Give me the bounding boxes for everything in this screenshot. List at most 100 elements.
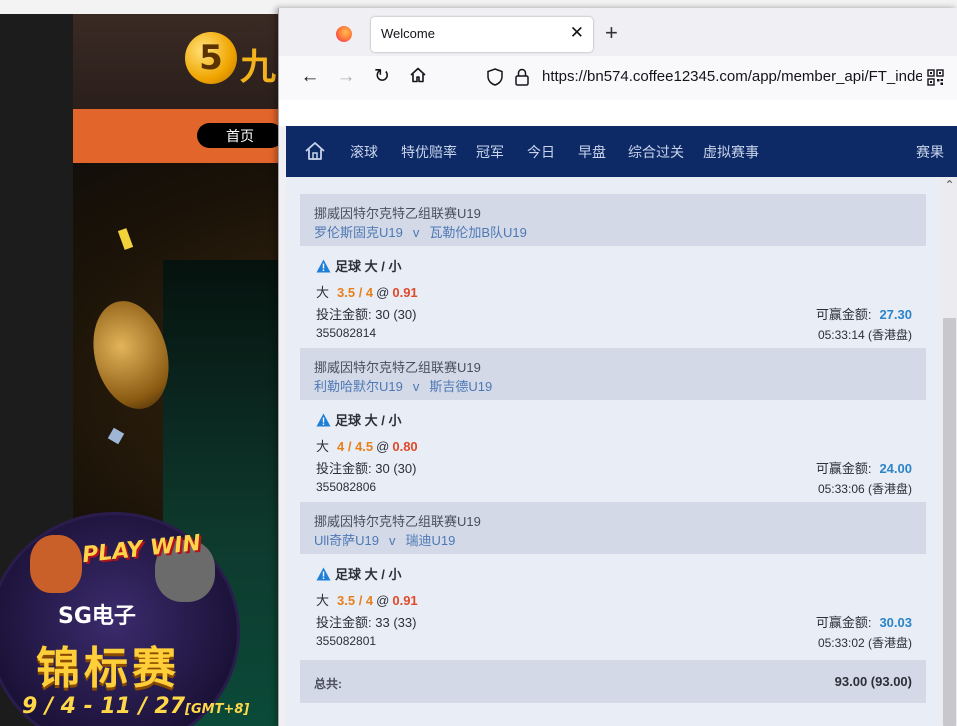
home-team: 罗伦斯固克U19 xyxy=(314,225,403,240)
win-label: 可赢金额: xyxy=(815,615,872,630)
close-icon[interactable]: ✕ xyxy=(570,23,584,43)
at-symbol: @ xyxy=(376,593,390,608)
stake-line: 投注金额: 30 (30) xyxy=(316,458,416,477)
nav-item-early[interactable]: 早盘 xyxy=(578,142,606,162)
nav-item-today[interactable]: 今日 xyxy=(527,142,555,162)
nav-item-outright[interactable]: 冠军 xyxy=(476,142,504,162)
bet-type-label: 足球 大 / 小 xyxy=(335,413,402,428)
reload-icon[interactable]: ↻ xyxy=(371,66,393,88)
handicap-value: 4 / 4.5 xyxy=(337,439,374,454)
browser-window: Welcome ✕ + ← → ↻ https://bn574.coffee12… xyxy=(278,8,957,726)
navigation-toolbar: ← → ↻ https://bn574.coffee12345.com/app/… xyxy=(279,56,957,100)
lock-icon[interactable] xyxy=(514,67,530,87)
warning-icon xyxy=(316,413,331,426)
stake-line: 投注金额: 33 (33) xyxy=(316,612,416,631)
back-arrow-icon[interactable]: ← xyxy=(299,66,321,88)
promo-title: 锦标赛 xyxy=(36,643,180,694)
stake-label: 投注金额: xyxy=(316,615,372,630)
win-amount: 24.00 xyxy=(879,461,912,476)
new-tab-icon[interactable]: + xyxy=(605,22,618,44)
odds-value: 0.91 xyxy=(392,285,418,300)
firefox-icon[interactable] xyxy=(336,26,352,42)
league-name: 挪威因特尔克特乙组联赛U19 xyxy=(314,360,481,375)
league-name: 挪威因特尔克特乙组联赛U19 xyxy=(314,206,481,221)
total-value: 93.00 (93.00) xyxy=(834,674,912,689)
tab-strip: Welcome ✕ + xyxy=(279,8,957,56)
win-line: 可赢金额: 30.03 xyxy=(816,612,912,631)
bet-item: 挪威因特尔克特乙组联赛U19 利勒哈默尔U19 v 斯吉德U19 足球 大 / 小 … xyxy=(300,348,926,502)
bet-type-label: 足球 大 / 小 xyxy=(335,259,402,274)
total-bar: 总共: 93.00 (93.00) xyxy=(300,660,926,703)
shield-icon[interactable] xyxy=(485,67,505,87)
promo-sg-label: SG电子 xyxy=(58,604,136,629)
away-team: 斯吉德U19 xyxy=(429,379,493,394)
page-top-margin xyxy=(279,100,957,126)
qr-code-icon[interactable] xyxy=(927,69,944,86)
bet-type: 足球 大 / 小 xyxy=(316,256,401,275)
promo-date-range: 9 / 4 - 11 / 27 xyxy=(22,694,186,719)
warning-icon xyxy=(316,259,331,272)
nav-item-virtual[interactable]: 虚拟赛事 xyxy=(703,142,759,162)
site-logo-icon: 5 xyxy=(185,32,237,84)
background-home-button[interactable]: 首页 xyxy=(197,123,283,148)
scrollbar-thumb[interactable] xyxy=(943,318,956,726)
stake-value: 33 (33) xyxy=(375,615,417,630)
nav-item-parlay[interactable]: 综合过关 xyxy=(628,142,684,162)
handicap-value: 3.5 / 4 xyxy=(337,285,374,300)
match-header: 挪威因特尔克特乙组联赛U19 罗伦斯固克U19 v 瓦勒伦加B队U19 xyxy=(300,194,926,246)
win-label: 可赢金额: xyxy=(815,307,872,322)
ticket-id: 355082806 xyxy=(316,480,377,494)
ticket-id: 355082801 xyxy=(316,634,377,648)
versus-label: v xyxy=(412,225,420,240)
nav-item-special-odds[interactable]: 特优赔率 xyxy=(401,142,457,162)
home-team: Ull奇萨U19 xyxy=(314,533,380,548)
forward-arrow-icon[interactable]: → xyxy=(335,66,357,88)
versus-label: v xyxy=(412,379,420,394)
league-name: 挪威因特尔克特乙组联赛U19 xyxy=(314,514,481,529)
odds-line: 大 3.5 / 4 @0.91 xyxy=(316,282,418,301)
at-symbol: @ xyxy=(376,285,390,300)
win-line: 可赢金额: 24.00 xyxy=(816,458,912,477)
warning-icon xyxy=(316,567,331,580)
away-team: 瑞迪U19 xyxy=(405,533,456,548)
at-symbol: @ xyxy=(376,439,390,454)
stake-label: 投注金额: xyxy=(316,307,372,322)
pick-label: 大 xyxy=(316,593,330,608)
bet-list-panel: 挪威因特尔克特乙组联赛U19 罗伦斯固克U19 v 瓦勒伦加B队U19 足球 大 /… xyxy=(286,177,957,726)
sports-nav-bar: 滚球 特优赔率 冠军 今日 早盘 综合过关 虚拟赛事 赛果 xyxy=(286,126,957,177)
bet-type-label: 足球 大 / 小 xyxy=(335,567,402,582)
versus-label: v xyxy=(389,533,396,548)
odds-value: 0.91 xyxy=(392,593,418,608)
match-header: 挪威因特尔克特乙组联赛U19 Ull奇萨U19 v 瑞迪U19 xyxy=(300,502,926,554)
bet-item: 挪威因特尔克特乙组联赛U19 Ull奇萨U19 v 瑞迪U19 足球 大 / 小 大… xyxy=(300,502,926,656)
home-icon[interactable] xyxy=(304,140,326,162)
bet-time: 05:33:14 (香港盘) xyxy=(817,328,912,342)
win-line: 可赢金额: 27.30 xyxy=(816,304,912,323)
bet-time: 05:33:02 (香港盘) xyxy=(817,636,912,650)
nav-item-results[interactable]: 赛果 xyxy=(916,142,944,162)
win-amount: 27.30 xyxy=(879,307,912,322)
stake-label: 投注金额: xyxy=(316,461,372,476)
home-icon[interactable] xyxy=(407,66,429,88)
tab-welcome[interactable]: Welcome ✕ xyxy=(371,17,593,52)
nav-item-live[interactable]: 滚球 xyxy=(350,142,378,162)
bet-type: 足球 大 / 小 xyxy=(316,410,401,429)
fox-mascot-icon xyxy=(30,535,82,593)
match-teams: Ull奇萨U19 v 瑞迪U19 xyxy=(314,530,455,549)
match-header: 挪威因特尔克特乙组联赛U19 利勒哈默尔U19 v 斯吉德U19 xyxy=(300,348,926,400)
scrollbar[interactable]: ⌃ xyxy=(941,177,957,726)
stake-value: 30 (30) xyxy=(375,307,417,322)
home-team: 利勒哈默尔U19 xyxy=(314,379,403,394)
win-amount: 30.03 xyxy=(879,615,912,630)
away-team: 瓦勒伦加B队U19 xyxy=(429,225,527,240)
pick-label: 大 xyxy=(316,285,330,300)
bet-type: 足球 大 / 小 xyxy=(316,564,401,583)
promo-timezone: [GMT+8] xyxy=(185,702,250,717)
scroll-up-icon[interactable]: ⌃ xyxy=(943,179,956,192)
address-bar[interactable]: https://bn574.coffee12345.com/app/member… xyxy=(542,68,922,85)
stake-line: 投注金额: 30 (30) xyxy=(316,304,416,323)
stake-value: 30 (30) xyxy=(375,461,417,476)
bet-item: 挪威因特尔克特乙组联赛U19 罗伦斯固克U19 v 瓦勒伦加B队U19 足球 大 /… xyxy=(300,194,926,348)
site-logo-text: 九 xyxy=(240,47,277,88)
total-label: 总共: xyxy=(314,677,342,691)
